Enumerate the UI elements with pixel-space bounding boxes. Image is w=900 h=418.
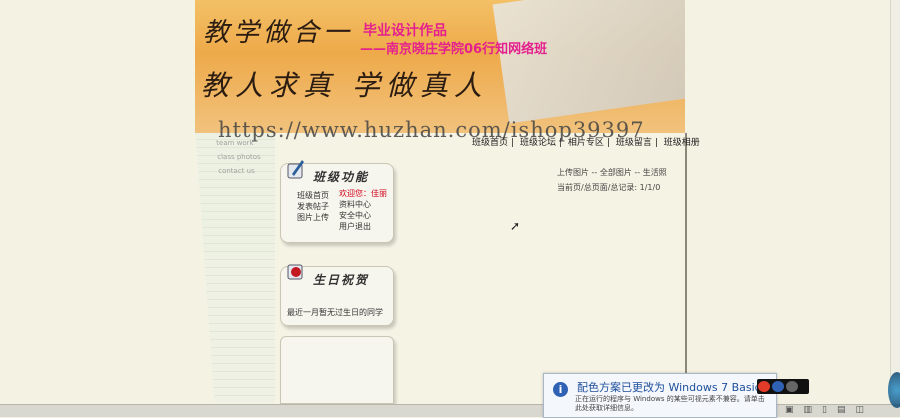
window-icon[interactable]: ▯: [822, 405, 837, 415]
nav-separator: |: [654, 138, 658, 148]
nav-separator: |: [511, 138, 515, 148]
side-paper-line: contact us: [217, 167, 256, 175]
nav-separator: |: [606, 138, 610, 148]
album-info: 上传图片 -- 全部图片 -- 生活照 当前页/总页面/总记录: 1/1/0: [557, 165, 667, 195]
banner-subtitle-1: 毕业设计作品: [363, 23, 447, 39]
top-navigation: 班级首页 | 班级论坛 | 相片专区 | 班级留言 | 班级相册: [472, 135, 703, 148]
arrow-icon[interactable]: [786, 381, 798, 392]
pagination-status: 当前页/总页面/总记录: 1/1/0: [557, 183, 661, 192]
banner-calligraphy-line1: 教学做合一: [203, 18, 354, 48]
link-profile-center[interactable]: 资料中心: [339, 199, 387, 210]
link-upload-image[interactable]: 图片上传: [297, 212, 329, 223]
tray-icons[interactable]: [757, 379, 809, 394]
taskbar-icons: ▣▥▯▤◫: [785, 405, 874, 415]
box-title: 生日祝贺: [313, 273, 370, 287]
box1-right-links: 欢迎您：佳丽 资料中心 安全中心 用户退出: [339, 188, 387, 232]
info-icon: i: [553, 382, 568, 397]
quill-icon: [287, 160, 304, 179]
vertical-scrollbar[interactable]: [890, 0, 900, 404]
flash-icon[interactable]: [758, 381, 770, 392]
album-links[interactable]: 上传图片 -- 全部图片 -- 生活照: [557, 165, 667, 180]
nav-item-photos[interactable]: 相片专区: [568, 138, 604, 148]
help-icon[interactable]: [772, 381, 784, 392]
nav-separator: |: [558, 138, 562, 148]
nav-item-guestbook[interactable]: 班级留言: [616, 138, 652, 148]
welcome-text: 欢迎您：佳丽: [339, 189, 387, 198]
clock-icon[interactable]: ◫: [856, 405, 875, 415]
folder-icon[interactable]: ▣: [785, 405, 804, 415]
banner-paper-decoration: [492, 0, 685, 124]
link-post-topic[interactable]: 发表帖子: [297, 201, 329, 212]
nav-item-home[interactable]: 班级首页: [472, 138, 508, 148]
notification-balloon[interactable]: i 配色方案已更改为 Windows 7 Basic 正在运行的程序与 Wind…: [543, 373, 777, 418]
empty-box: [280, 336, 394, 404]
link-logout[interactable]: 用户退出: [339, 221, 387, 232]
banner-subtitle-2: ——南京晓庄学院06行知网络班: [360, 42, 548, 57]
mouse-cursor-icon: ➚: [510, 219, 521, 233]
box1-left-links: 班级首页 发表帖子 图片上传: [297, 190, 329, 223]
nav-item-forum[interactable]: 班级论坛: [520, 138, 556, 148]
birthday-box: 生日祝贺 最近一月暂无过生日的同学: [280, 264, 394, 326]
nav-item-album[interactable]: 班级相册: [664, 138, 700, 148]
balloon-icon: [287, 264, 303, 280]
notification-body: 正在运行的程序与 Windows 的某些可视元素不兼容。请单击此处获取详细信息。: [575, 395, 765, 412]
globe-icon[interactable]: [888, 372, 900, 408]
class-functions-box: 班级功能 班级首页 发表帖子 图片上传 欢迎您：佳丽 资料中心 安全中心 用户退…: [280, 160, 394, 243]
link-class-home[interactable]: 班级首页: [297, 190, 329, 201]
box-title: 班级功能: [313, 170, 370, 184]
header-banner: 教学做合一 教人求真 学做真人 毕业设计作品 ——南京晓庄学院06行知网络班: [195, 0, 685, 133]
side-paper-line: class photos: [216, 153, 261, 161]
trash-icon[interactable]: ▥: [804, 405, 823, 415]
birthday-message: 最近一月暂无过生日的同学: [287, 308, 383, 317]
sound-icon[interactable]: ▤: [837, 405, 856, 415]
notification-title: 配色方案已更改为 Windows 7 Basic: [577, 381, 761, 394]
link-security-center[interactable]: 安全中心: [339, 210, 387, 221]
banner-calligraphy-line2: 教人求真 学做真人: [201, 69, 488, 102]
